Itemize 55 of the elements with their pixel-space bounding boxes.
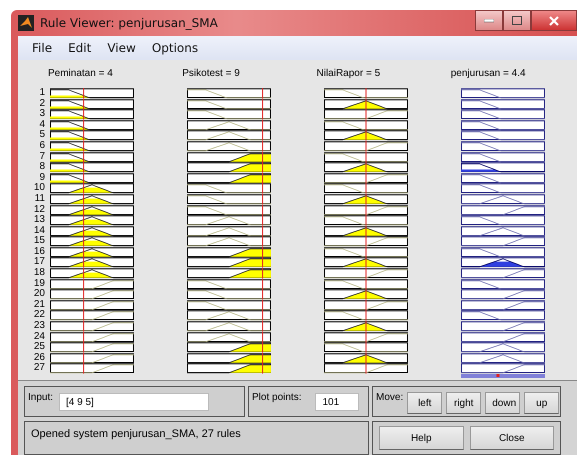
rule-number: 15 (32, 236, 46, 247)
dialog-button[interactable]: Help (379, 426, 464, 450)
rule-number: 1 (38, 88, 46, 99)
variable-label: penjurusan = 4.4 (450, 68, 527, 80)
rule-number: 9 (38, 172, 46, 183)
move-button[interactable]: left (407, 392, 442, 414)
minimize-icon (484, 18, 494, 22)
variable-label: NilaiRapor = 5 (316, 68, 382, 80)
rule-number: 18 (32, 268, 46, 279)
app-logo-icon (18, 14, 34, 31)
rule-number: 17 (32, 257, 46, 268)
move-button[interactable]: down (485, 392, 520, 414)
maximize-icon (512, 16, 522, 25)
dialog-button[interactable]: Close (470, 426, 554, 450)
rule-number: 20 (32, 289, 46, 300)
rule-number: 21 (32, 300, 46, 310)
rule-number: 22 (32, 310, 46, 321)
plot-points-field[interactable]: 101 (315, 393, 360, 411)
rule-number: 5 (38, 130, 46, 141)
status-message: Opened system penjurusan_SMA, 27 rules (24, 421, 369, 455)
rule-number: 10 (32, 183, 46, 194)
maximize-button[interactable] (503, 10, 531, 31)
move-button[interactable]: right (446, 392, 482, 414)
input-label: Input: (28, 391, 54, 403)
input-field[interactable]: [4 9 5] (59, 393, 210, 411)
rule-number: 26 (32, 352, 46, 363)
window-title: Rule Viewer: penjurusan_SMA (40, 16, 219, 30)
rule-number: 4 (38, 120, 46, 130)
move-label: Move: (376, 391, 404, 403)
menu-item[interactable]: Options (144, 40, 206, 55)
menu-item[interactable]: File (24, 40, 60, 55)
move-button[interactable]: up (524, 392, 560, 414)
minimize-button[interactable] (475, 10, 503, 31)
variable-label: Psikotest = 9 (181, 68, 241, 80)
plot-points-label: Plot points: (252, 391, 302, 403)
rule-number: 13 (32, 215, 46, 226)
rule-number: 3 (38, 109, 46, 120)
rule-number: 2 (38, 98, 46, 109)
rule-number: 16 (32, 246, 46, 257)
menu-item[interactable]: Edit (60, 40, 100, 55)
rule-number: 8 (38, 162, 46, 173)
close-icon (549, 16, 559, 26)
rule-number: 6 (38, 140, 46, 152)
rule-number: 25 (32, 342, 46, 353)
rule-number: 7 (38, 152, 46, 162)
rule-number: 14 (32, 226, 46, 236)
rule-number: 24 (32, 332, 46, 342)
menu-item[interactable]: View (99, 40, 144, 55)
variable-label: Peminatan = 4 (47, 68, 114, 80)
rule-number: 23 (32, 321, 46, 332)
rule-number: 12 (32, 204, 46, 215)
close-button[interactable] (531, 10, 577, 31)
rule-number: 11 (34, 194, 46, 204)
rule-number: 27 (32, 363, 46, 374)
rule-number: 19 (32, 278, 46, 289)
